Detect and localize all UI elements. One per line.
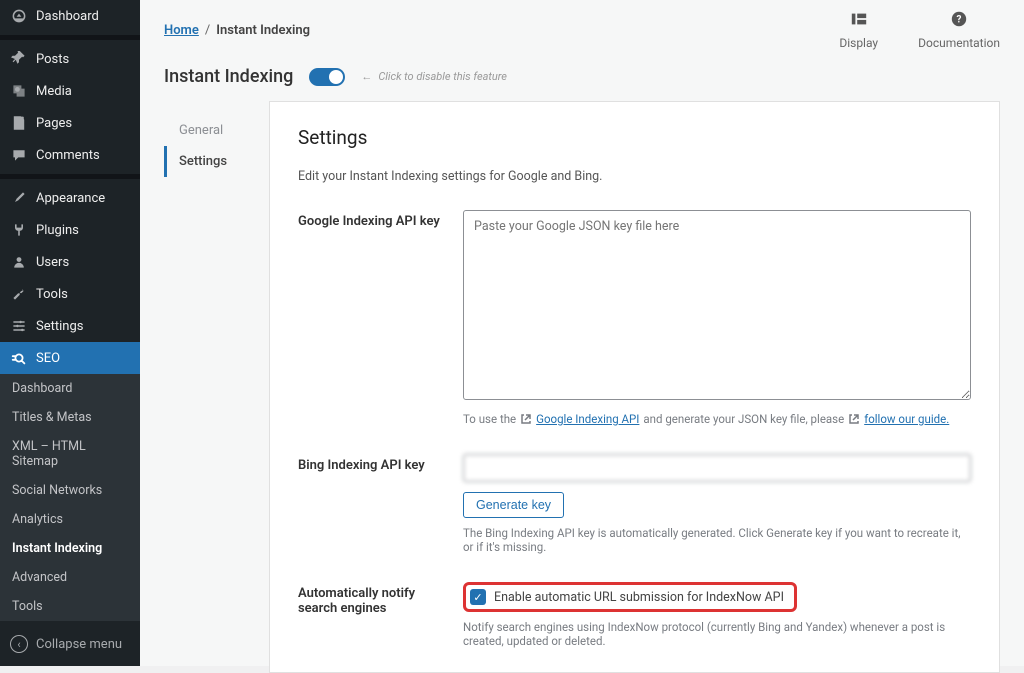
media-icon — [10, 82, 28, 100]
sidebar-item-label: Tools — [36, 287, 68, 302]
sidebar-item-label: Comments — [36, 148, 100, 163]
pages-icon — [10, 114, 28, 132]
breadcrumb-separator: / — [205, 23, 210, 38]
feature-toggle[interactable] — [309, 68, 345, 86]
plug-icon — [10, 221, 28, 239]
sidebar-item-label: Pages — [36, 116, 72, 131]
sidebar-item-label: Users — [36, 255, 69, 270]
google-field-label: Google Indexing API key — [298, 210, 443, 426]
google-api-help: To use the Google Indexing API and gener… — [463, 412, 971, 426]
sidebar-item-plugins[interactable]: Plugins — [0, 214, 140, 246]
main-content: Home / Instant Indexing Display ? Docume… — [140, 0, 1024, 666]
bing-field-label: Bing Indexing API key — [298, 454, 443, 554]
brush-icon — [10, 189, 28, 207]
subtab-settings[interactable]: Settings — [164, 146, 269, 177]
sidebar-item-label: Posts — [36, 52, 69, 67]
submenu-item-instant-indexing[interactable]: Instant Indexing — [0, 534, 140, 563]
display-label: Display — [839, 36, 878, 50]
submenu-item-sitemap[interactable]: XML – HTML Sitemap — [0, 432, 140, 476]
sidebar-item-label: SEO — [36, 351, 60, 366]
settings-panel: Settings Edit your Instant Indexing sett… — [269, 101, 1000, 673]
dashboard-icon — [10, 7, 28, 25]
sidebar-item-seo[interactable]: SEO — [0, 342, 140, 374]
pin-icon — [10, 50, 28, 68]
documentation-label: Documentation — [918, 36, 1000, 50]
title-bar: Instant Indexing ← Click to disable this… — [140, 66, 1024, 101]
highlighted-option: ✓ Enable automatic URL submission for In… — [463, 582, 797, 612]
submenu-item-analytics[interactable]: Analytics — [0, 505, 140, 534]
collapse-icon: ‹ — [10, 635, 28, 653]
bing-field-control: Generate key The Bing Indexing API key i… — [463, 454, 971, 554]
breadcrumb-current: Instant Indexing — [216, 23, 310, 38]
panel-description: Edit your Instant Indexing settings for … — [298, 169, 971, 184]
wrench-icon — [10, 285, 28, 303]
toggle-hint-text: Click to disable this feature — [378, 70, 507, 83]
sidebar-separator — [0, 35, 140, 40]
settings-subtabs: General Settings — [164, 101, 269, 673]
sidebar-item-dashboard[interactable]: Dashboard — [0, 0, 140, 32]
sidebar-item-label: Plugins — [36, 223, 79, 238]
content-row: General Settings Settings Edit your Inst… — [140, 101, 1024, 673]
sidebar-item-media[interactable]: Media — [0, 75, 140, 107]
breadcrumb: Home / Instant Indexing — [164, 23, 310, 38]
bing-field-row: Bing Indexing API key Generate key The B… — [298, 454, 971, 554]
checkbox-label: Enable automatic URL submission for Inde… — [494, 590, 784, 605]
top-actions: Display ? Documentation — [839, 10, 1000, 50]
auto-notify-label: Automatically notify search engines — [298, 582, 443, 648]
external-link-icon — [520, 413, 532, 425]
sidebar-item-posts[interactable]: Posts — [0, 43, 140, 75]
help-text: and generate your JSON key file, please — [643, 412, 844, 426]
google-field-row: Google Indexing API key To use the Googl… — [298, 210, 971, 426]
bing-api-key-input[interactable] — [463, 454, 971, 482]
submenu-item-dashboard[interactable]: Dashboard — [0, 374, 140, 403]
auto-notify-row: Automatically notify search engines ✓ En… — [298, 582, 971, 648]
breadcrumb-home[interactable]: Home — [164, 23, 199, 38]
submenu-item-titles-metas[interactable]: Titles & Metas — [0, 403, 140, 432]
google-indexing-api-link[interactable]: Google Indexing API — [536, 412, 639, 426]
sidebar-item-label: Settings — [36, 319, 83, 334]
google-api-key-textarea[interactable] — [463, 210, 971, 400]
user-icon — [10, 253, 28, 271]
bing-api-help: The Bing Indexing API key is automatical… — [463, 526, 971, 554]
sidebar-item-appearance[interactable]: Appearance — [0, 182, 140, 214]
panel-heading: Settings — [298, 126, 971, 149]
submenu-item-tools[interactable]: Tools — [0, 592, 140, 621]
seo-submenu: Dashboard Titles & Metas XML – HTML Site… — [0, 374, 140, 621]
help-text: To use the — [463, 412, 516, 426]
display-icon — [850, 10, 868, 32]
documentation-action[interactable]: ? Documentation — [918, 10, 1000, 50]
display-action[interactable]: Display — [839, 10, 878, 50]
generate-key-button[interactable]: Generate key — [463, 492, 564, 518]
follow-guide-link[interactable]: follow our guide. — [864, 412, 949, 426]
sidebar-item-pages[interactable]: Pages — [0, 107, 140, 139]
sidebar-item-label: Media — [36, 84, 72, 99]
sidebar-item-users[interactable]: Users — [0, 246, 140, 278]
collapse-label: Collapse menu — [36, 637, 122, 652]
arrow-left-icon: ← — [361, 70, 372, 83]
comment-icon — [10, 146, 28, 164]
enable-indexnow-checkbox[interactable]: ✓ — [470, 589, 486, 605]
subtab-general[interactable]: General — [164, 115, 269, 146]
admin-sidebar: Dashboard Posts Media Pages Comments App… — [0, 0, 140, 666]
page-title: Instant Indexing — [164, 66, 293, 87]
topbar: Home / Instant Indexing Display ? Docume… — [140, 0, 1024, 66]
seo-icon — [10, 349, 28, 367]
sidebar-item-settings[interactable]: Settings — [0, 310, 140, 342]
sidebar-item-label: Dashboard — [36, 9, 99, 24]
submenu-item-advanced[interactable]: Advanced — [0, 563, 140, 592]
help-icon: ? — [950, 10, 968, 32]
sidebar-item-tools[interactable]: Tools — [0, 278, 140, 310]
sidebar-item-comments[interactable]: Comments — [0, 139, 140, 171]
auto-notify-control: ✓ Enable automatic URL submission for In… — [463, 582, 971, 648]
sidebar-separator — [0, 174, 140, 179]
toggle-hint: ← Click to disable this feature — [361, 70, 507, 83]
svg-text:?: ? — [957, 15, 962, 26]
submenu-item-social-networks[interactable]: Social Networks — [0, 476, 140, 505]
sidebar-item-label: Appearance — [36, 191, 105, 206]
sliders-icon — [10, 317, 28, 335]
collapse-menu[interactable]: ‹ Collapse menu — [0, 625, 140, 663]
google-field-control: To use the Google Indexing API and gener… — [463, 210, 971, 426]
auto-notify-help: Notify search engines using IndexNow pro… — [463, 620, 971, 648]
external-link-icon — [848, 413, 860, 425]
